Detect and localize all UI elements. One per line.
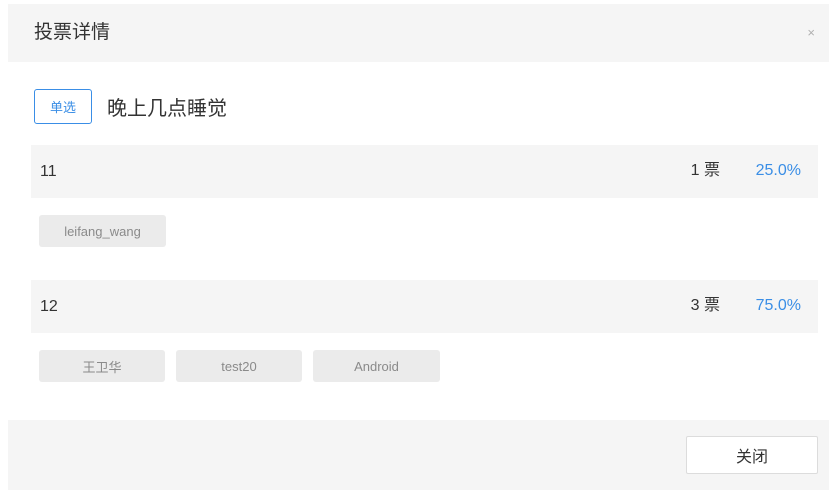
option-percentage: 75.0% <box>755 297 801 314</box>
voter-chip: Android <box>313 350 440 382</box>
option-vote-count: 3 票 <box>690 297 720 314</box>
single-choice-badge: 单选 <box>34 88 92 124</box>
option-vote-count: 1 票 <box>690 162 720 179</box>
question-text: 晚上几点睡觉 <box>107 97 227 120</box>
dialog-header: 投票详情 × <box>8 4 829 62</box>
vote-details-dialog: 投票详情 × 单选 晚上几点睡觉 11 1 票 25.0% leifang_wa… <box>0 0 829 490</box>
option-label: 12 <box>40 298 58 315</box>
option-label: 11 <box>40 163 57 180</box>
option-row: 11 1 票 25.0% <box>31 145 818 198</box>
option-row: 12 3 票 75.0% <box>31 280 818 333</box>
option-percentage: 25.0% <box>755 162 801 179</box>
voter-chip: 王卫华 <box>39 350 165 382</box>
dialog-title: 投票详情 <box>34 22 111 43</box>
voter-chip: test20 <box>176 350 302 382</box>
close-button[interactable]: 关闭 <box>686 436 818 474</box>
question-header: 单选 晚上几点睡觉 <box>34 88 227 124</box>
close-icon[interactable]: × <box>807 26 815 40</box>
voter-chip: leifang_wang <box>39 215 166 247</box>
